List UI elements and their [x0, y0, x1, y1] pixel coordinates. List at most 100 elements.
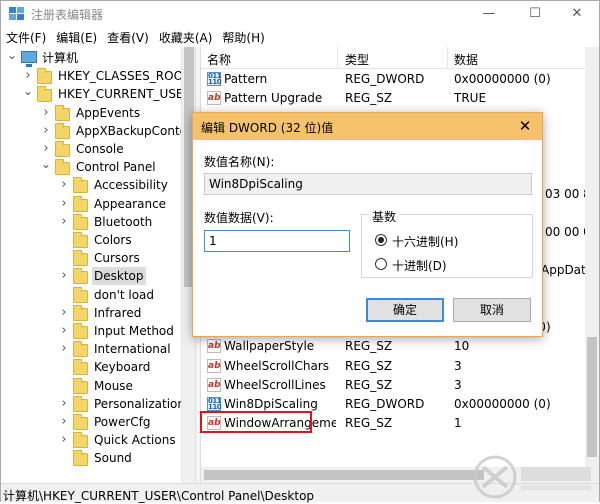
- tree-item-label: 计算机: [42, 51, 79, 65]
- tree-item[interactable]: › HKEY_CLASSES_ROOT: [1, 67, 190, 85]
- folder-icon: [73, 195, 88, 212]
- value-type: REG_DWORD: [345, 396, 425, 411]
- list-row[interactable]: ab WheelScrollChars REG_SZ 3: [201, 357, 599, 376]
- list-row[interactable]: 011 110 Pattern REG_DWORD 0x00000000 (0): [201, 70, 599, 89]
- expand-arrow-icon[interactable]: ›: [59, 176, 69, 194]
- value-name-field[interactable]: [204, 173, 532, 195]
- tree-item[interactable]: Mouse: [1, 377, 181, 395]
- value-name: Win8DpiScaling: [224, 396, 318, 411]
- title-bar[interactable]: 注册表编辑器 — ☐ ✕: [1, 1, 599, 27]
- tree-item[interactable]: › Infrared: [1, 304, 181, 322]
- tree-item-label: Appearance: [94, 196, 167, 211]
- minimize-button[interactable]: —: [467, 1, 511, 27]
- expand-arrow-icon[interactable]: ›: [59, 213, 69, 231]
- tree-item-label: Personalization: [94, 396, 185, 411]
- value-data-input[interactable]: [204, 230, 350, 252]
- expand-arrow-icon[interactable]: ›: [41, 140, 51, 158]
- value-data: 0x00000000 (0): [454, 396, 551, 411]
- expand-arrow-icon[interactable]: ›: [59, 431, 69, 449]
- tree-item[interactable]: › Quick Actions: [1, 431, 181, 449]
- string-value-icon: ab: [207, 358, 221, 373]
- hex-radio-button[interactable]: [375, 234, 387, 246]
- tree-item[interactable]: › Appearance: [1, 195, 181, 213]
- value-type: REG_SZ: [345, 339, 393, 354]
- tree-item[interactable]: › Desktop: [1, 267, 181, 286]
- expand-arrow-icon[interactable]: ›: [59, 304, 69, 322]
- tree-item[interactable]: Keyboard: [1, 358, 181, 376]
- tree-item[interactable]: › Personalization: [1, 395, 185, 413]
- computer-icon: [21, 51, 37, 67]
- expand-arrow-icon[interactable]: ›: [59, 413, 69, 431]
- decimal-radio-button[interactable]: [375, 258, 387, 270]
- tree-item[interactable]: ⌄ HKEY_CURRENT_USER: [1, 85, 192, 103]
- tree-item[interactable]: › Accessibility: [1, 176, 181, 194]
- expand-arrow-icon[interactable]: ›: [23, 67, 33, 85]
- edit-dword-dialog: 编辑 DWORD (32 位)值 ✕ 数值名称(N): 数值数据(V): 基数 …: [192, 112, 543, 337]
- collapse-arrow-icon[interactable]: ⌄: [23, 85, 33, 103]
- column-header-data[interactable]: 数据: [454, 51, 478, 68]
- value-data: TRUE: [454, 91, 487, 106]
- tree-item[interactable]: › Input Method: [1, 322, 181, 340]
- collapse-arrow-icon[interactable]: ⌄: [7, 49, 17, 67]
- value-type: REG_DWORD: [345, 72, 425, 86]
- value-type: REG_SZ: [345, 358, 393, 373]
- dialog-title: 编辑 DWORD (32 位)值: [201, 121, 334, 135]
- list-row[interactable]: ab WallpaperStyle REG_SZ 10: [201, 337, 599, 356]
- collapse-arrow-icon[interactable]: ⌄: [41, 158, 51, 176]
- menu-item[interactable]: 编辑(E): [51, 27, 102, 47]
- expand-arrow-icon[interactable]: ›: [41, 104, 51, 122]
- tree-item[interactable]: Colors: [1, 231, 181, 249]
- folder-icon: [73, 177, 88, 194]
- list-row[interactable]: ab Pattern Upgrade REG_SZ TRUE: [201, 89, 599, 108]
- menu-item[interactable]: 查看(V): [102, 27, 154, 47]
- tree-item-label: Accessibility: [94, 178, 168, 193]
- dialog-close-button[interactable]: ✕: [508, 113, 542, 140]
- tree-item[interactable]: ⌄ 计算机: [1, 49, 181, 67]
- tree-item[interactable]: › Console: [1, 140, 181, 158]
- value-type: REG_SZ: [345, 91, 393, 106]
- close-button[interactable]: ✕: [555, 1, 599, 27]
- value-data: 1: [454, 415, 462, 430]
- folder-icon: [55, 104, 70, 121]
- folder-icon: [73, 432, 88, 449]
- tree-item-label: AppEvents: [76, 105, 141, 120]
- registry-tree[interactable]: ⌄ 计算机 › HKEY_CLASSES_ROOT ⌄ HKEY_CURRENT_USER…: [1, 47, 195, 483]
- string-value-icon: ab: [207, 339, 221, 354]
- expand-arrow-icon[interactable]: ›: [59, 322, 69, 340]
- tree-item[interactable]: › Bluetooth: [1, 213, 181, 231]
- tree-item[interactable]: Sound: [1, 449, 181, 467]
- annotation-highlight-box: [200, 411, 312, 433]
- value-data: 3: [454, 377, 462, 392]
- column-divider[interactable]: [447, 47, 448, 69]
- menu-item[interactable]: 文件(F): [1, 27, 51, 47]
- list-vscroll-thumb[interactable]: [587, 337, 597, 457]
- folder-icon: [37, 86, 52, 103]
- expand-arrow-icon[interactable]: ›: [59, 395, 69, 413]
- tree-item[interactable]: ⌄ Control Panel: [1, 158, 181, 176]
- expand-arrow-icon[interactable]: ›: [41, 122, 51, 140]
- menu-item[interactable]: 帮助(H): [217, 27, 269, 47]
- tree-item[interactable]: Cursors: [1, 249, 181, 267]
- maximize-button[interactable]: ☐: [513, 1, 557, 27]
- column-divider[interactable]: [337, 47, 338, 69]
- tree-item[interactable]: › International: [1, 340, 181, 358]
- tree-item[interactable]: › AppEvents: [1, 104, 181, 122]
- ok-button[interactable]: 确定: [366, 298, 444, 322]
- menu-item[interactable]: 收藏夹(A): [154, 27, 218, 47]
- list-hscroll-thumb[interactable]: [204, 470, 484, 480]
- dialog-title-bar[interactable]: 编辑 DWORD (32 位)值 ✕: [193, 113, 542, 140]
- column-header-type[interactable]: 类型: [345, 51, 369, 68]
- expand-arrow-icon[interactable]: ›: [59, 195, 69, 213]
- list-vertical-scrollbar[interactable]: [585, 47, 599, 467]
- column-header-name[interactable]: 名称: [207, 51, 231, 68]
- tree-item[interactable]: › AppXBackupConter: [1, 122, 192, 140]
- decimal-radio-label: 十进制(D): [392, 259, 447, 273]
- list-row[interactable]: ab WheelScrollLines REG_SZ 3: [201, 376, 599, 395]
- tree-item[interactable]: don't load: [1, 286, 181, 304]
- folder-icon: [73, 250, 88, 267]
- expand-arrow-icon[interactable]: ›: [59, 340, 69, 358]
- tree-item[interactable]: › PowerCfg: [1, 413, 181, 431]
- string-value-icon: ab: [207, 91, 221, 106]
- expand-arrow-icon[interactable]: ›: [59, 267, 69, 285]
- cancel-button[interactable]: 取消: [453, 298, 531, 322]
